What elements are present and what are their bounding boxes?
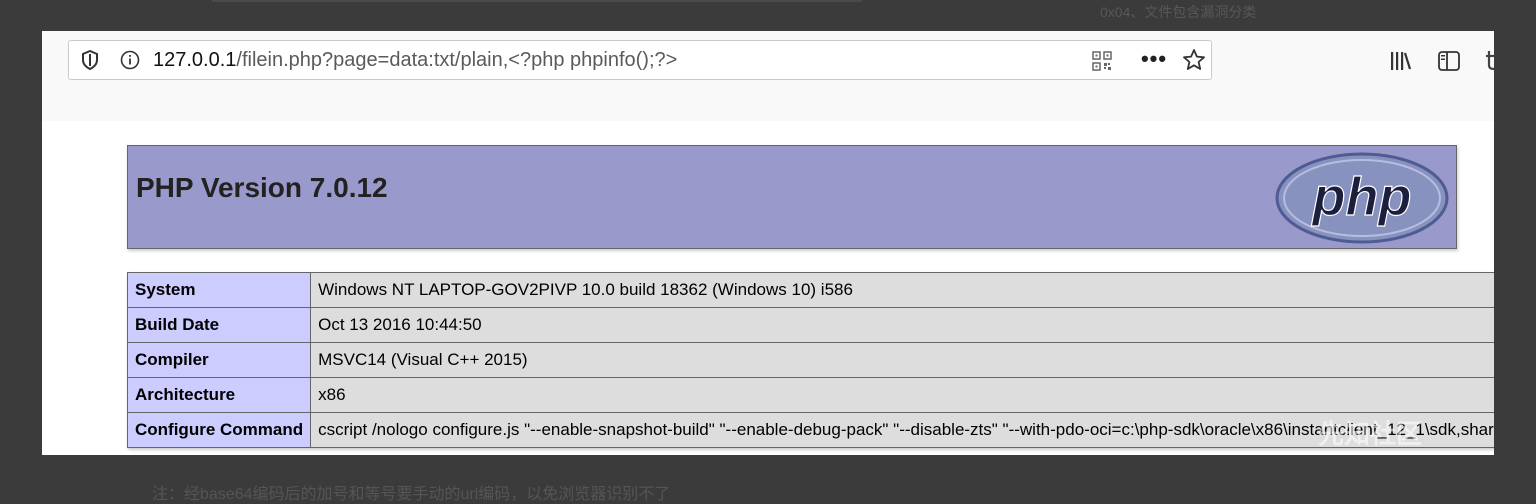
- row-key: Configure Command: [126, 412, 312, 448]
- table-row: Build Date Oct 13 2016 10:44:50: [126, 307, 1494, 343]
- url-bar[interactable]: 127.0.0.1/filein.php?page=data:txt/plain…: [68, 40, 1212, 80]
- url-host: 127.0.0.1: [153, 49, 237, 71]
- screenshot-window: 127.0.0.1/filein.php?page=data:txt/plain…: [42, 31, 1494, 455]
- row-key: Compiler: [126, 342, 312, 378]
- overflow-toolbar-icon[interactable]: [1482, 48, 1494, 72]
- table-row: System Windows NT LAPTOP-GOV2PIVP 10.0 bu…: [126, 272, 1494, 308]
- info-icon[interactable]: [119, 49, 141, 71]
- row-value: x86: [310, 377, 1494, 413]
- background-note: 注：经base64编码后的加号和等号要手动的url编码，以免浏览器识别不了: [152, 486, 671, 503]
- shield-icon[interactable]: [79, 49, 101, 71]
- php-logo-text: php: [1311, 167, 1412, 227]
- background-section-heading: 0x04、文件包含漏洞分类: [1100, 4, 1257, 20]
- phpinfo-page: PHP Version 7.0.12 php System Windows NT …: [42, 121, 1494, 455]
- url-path: /filein.php?page=data:txt/plain,<?php ph…: [236, 49, 678, 71]
- row-key: Architecture: [126, 377, 312, 413]
- php-version-title: PHP Version 7.0.12: [136, 172, 388, 203]
- library-icon[interactable]: [1388, 49, 1414, 73]
- qr-code-icon[interactable]: [1091, 50, 1113, 72]
- background-divider: [212, 0, 862, 2]
- row-value: cscript /nologo configure.js "--enable-s…: [310, 412, 1494, 448]
- bookmark-star-icon[interactable]: [1181, 47, 1207, 73]
- php-logo: php: [1275, 152, 1449, 244]
- row-value: Windows NT LAPTOP-GOV2PIVP 10.0 build 18…: [310, 272, 1494, 308]
- row-value: Oct 13 2016 10:44:50: [310, 307, 1494, 343]
- row-key: Build Date: [126, 307, 312, 343]
- more-icon[interactable]: •••: [1139, 46, 1169, 71]
- browser-toolbar: 127.0.0.1/filein.php?page=data:txt/plain…: [42, 31, 1494, 121]
- phpinfo-table: System Windows NT LAPTOP-GOV2PIVP 10.0 bu…: [126, 272, 1494, 448]
- table-row: Compiler MSVC14 (Visual C++ 2015): [126, 342, 1494, 378]
- table-row: Configure Command cscript /nologo configu…: [126, 412, 1494, 448]
- php-version-header: PHP Version 7.0.12 php: [127, 145, 1457, 249]
- url-text[interactable]: 127.0.0.1/filein.php?page=data:txt/plain…: [153, 49, 677, 72]
- row-value: MSVC14 (Visual C++ 2015): [310, 342, 1494, 378]
- row-key: System: [126, 272, 312, 308]
- sidebar-icon[interactable]: [1436, 49, 1462, 73]
- watermark: 先知社区: [1318, 419, 1423, 449]
- table-row: Architecture x86: [126, 377, 1494, 413]
